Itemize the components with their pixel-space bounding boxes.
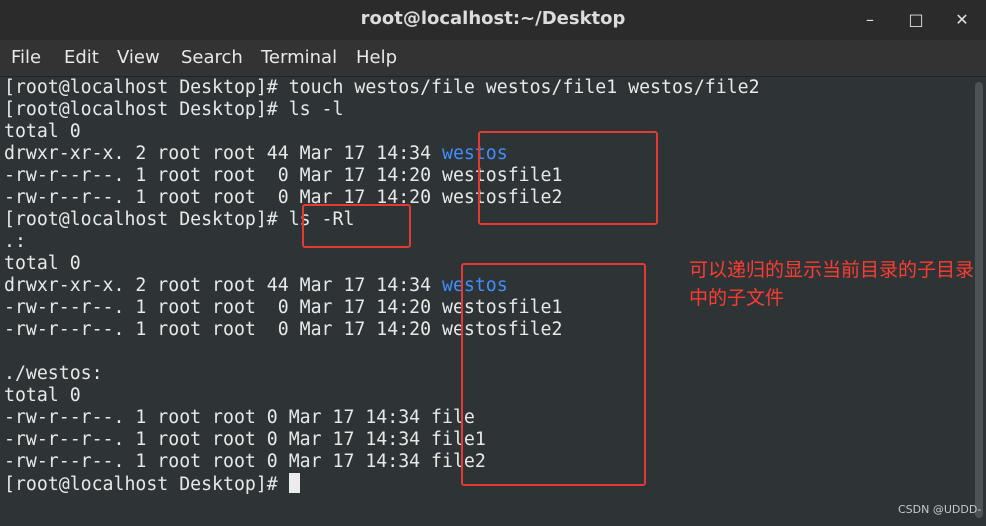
close-button[interactable]: ✕ <box>950 8 974 32</box>
menu-terminal[interactable]: Terminal <box>261 47 337 68</box>
terminal-line: total 0 <box>4 253 81 274</box>
terminal-line-prefix: drwxr-xr-x. 2 root root 44 Mar 17 14:34 <box>4 275 442 296</box>
terminal-line: -rw-r--r--. 1 root root 0 Mar 17 14:34 f… <box>4 429 486 450</box>
terminal-line: -rw-r--r--. 1 root root 0 Mar 17 14:34 f… <box>4 407 475 428</box>
watermark: CSDN @UDDD- <box>898 503 982 516</box>
highlight-box-ls-rl-output <box>461 263 646 486</box>
annotation-text: 可以递归的显示当前目录的子目录中的子文件 <box>689 259 975 309</box>
terminal-line-prefix: drwxr-xr-x. 2 root root 44 Mar 17 14:34 <box>4 143 442 164</box>
highlight-box-ls-l-output <box>478 131 658 225</box>
terminal-line: drwxr-xr-x. 2 root root 44 Mar 17 14:34 … <box>4 275 508 297</box>
menu-bar: File Edit View Search Terminal Help <box>0 40 986 77</box>
terminal-line: [root@localhost Desktop]# ls -l <box>4 99 344 120</box>
terminal-window: root@localhost:~/Desktop – □ ✕ File Edit… <box>0 0 986 526</box>
scrollbar-thumb[interactable] <box>975 82 983 518</box>
terminal-line: [root@localhost Desktop]# touch westos/f… <box>4 77 760 98</box>
highlight-box-ls-rl-command <box>302 204 411 248</box>
terminal-line: .: <box>4 231 26 252</box>
window-title: root@localhost:~/Desktop <box>360 8 626 29</box>
terminal-line: ./westos: <box>4 363 103 384</box>
terminal-line: drwxr-xr-x. 2 root root 44 Mar 17 14:34 … <box>4 143 508 165</box>
terminal-prompt-line: [root@localhost Desktop]# <box>4 473 300 495</box>
terminal-line: total 0 <box>4 121 81 142</box>
scrollbar[interactable] <box>972 77 986 526</box>
maximize-button[interactable]: □ <box>904 8 928 32</box>
menu-help[interactable]: Help <box>356 47 397 68</box>
text-cursor <box>288 473 300 493</box>
menu-edit[interactable]: Edit <box>64 47 99 68</box>
terminal-prompt: [root@localhost Desktop]# <box>4 474 289 495</box>
terminal-line: total 0 <box>4 385 81 406</box>
minimize-button[interactable]: – <box>858 8 882 32</box>
menu-search[interactable]: Search <box>181 47 243 68</box>
title-bar[interactable]: root@localhost:~/Desktop – □ ✕ <box>0 0 986 41</box>
menu-file[interactable]: File <box>11 47 41 68</box>
menu-view[interactable]: View <box>117 47 160 68</box>
terminal-line: -rw-r--r--. 1 root root 0 Mar 17 14:34 f… <box>4 451 486 472</box>
